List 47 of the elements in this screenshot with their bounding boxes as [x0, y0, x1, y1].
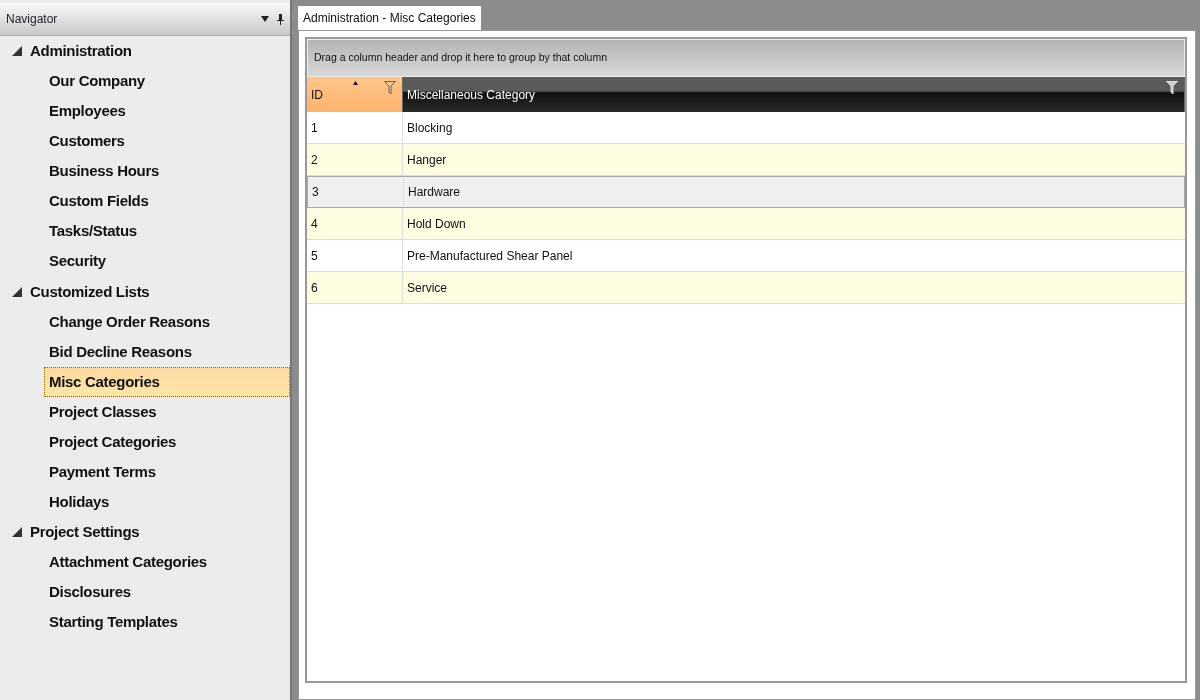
table-cell: 2 [307, 144, 403, 175]
table-row[interactable]: 6 Service [307, 272, 1185, 304]
tree-item[interactable]: Security [44, 246, 290, 277]
tree-item[interactable]: Bid Decline Reasons [44, 337, 290, 367]
table-cell-text: Hardware [407, 184, 462, 201]
table-row[interactable]: 2 Hanger [307, 144, 1185, 176]
tree-item[interactable]: Tasks/Status [44, 216, 290, 247]
tree-item[interactable]: Holidays [44, 487, 290, 517]
tree-item[interactable]: Customers [44, 126, 290, 157]
panel-title: Navigator [6, 11, 59, 28]
tree-item[interactable]: Disclosures [44, 577, 290, 608]
tree-group[interactable]: Administration [0, 36, 290, 67]
tree-group[interactable]: Project Settings [0, 517, 290, 548]
tree-item[interactable]: Our Company [44, 66, 290, 97]
table-cell-text: Hold Down [406, 215, 467, 233]
column-header[interactable]: Miscellaneous Category [403, 77, 1185, 112]
table-cell-text: Blocking [406, 119, 454, 137]
table-cell: 6 [307, 272, 403, 303]
tree-item[interactable]: Misc Categories [44, 367, 290, 397]
document-tab[interactable]: Administration - Misc Categories [298, 6, 481, 30]
tree-item[interactable]: Starting Templates [44, 607, 290, 638]
tree-item[interactable]: Business Hours [44, 156, 290, 187]
tree-item[interactable]: Custom Fields [44, 186, 290, 217]
column-header[interactable]: ID [307, 77, 403, 112]
tree-item[interactable]: Project Classes [44, 397, 290, 427]
tree-item[interactable]: Project Categories [44, 427, 290, 457]
tree-item[interactable]: Attachment Categories [44, 547, 290, 578]
pin-icon[interactable] [277, 13, 284, 25]
table-cell: 1 [307, 112, 403, 143]
expanded-icon[interactable] [10, 46, 24, 57]
tree-item[interactable]: Change Order Reasons [44, 307, 290, 337]
group-panel-hint: Drag a column header and drop it here to group by that column [307, 39, 1185, 77]
table-cell-text: Service [406, 279, 448, 297]
table-row[interactable]: 4 Hold Down [307, 208, 1185, 240]
expanded-icon[interactable] [10, 527, 24, 538]
table-cell: 3 [308, 177, 404, 207]
expanded-icon[interactable] [10, 286, 24, 297]
table-cell: 5 [307, 240, 403, 271]
sort-ascending-icon [353, 81, 358, 85]
dropdown-icon[interactable] [261, 16, 269, 22]
table-row[interactable]: 3 Hardware [307, 176, 1185, 208]
tree-item[interactable]: Employees [44, 96, 290, 127]
tree-group[interactable]: Customized Lists [0, 276, 290, 307]
table-cell-text: Hanger [406, 151, 448, 169]
table-cell-text: Pre-Manufactured Shear Panel [406, 247, 574, 265]
table-cell: 4 [307, 208, 403, 239]
tree-item[interactable]: Payment Terms [44, 457, 290, 487]
